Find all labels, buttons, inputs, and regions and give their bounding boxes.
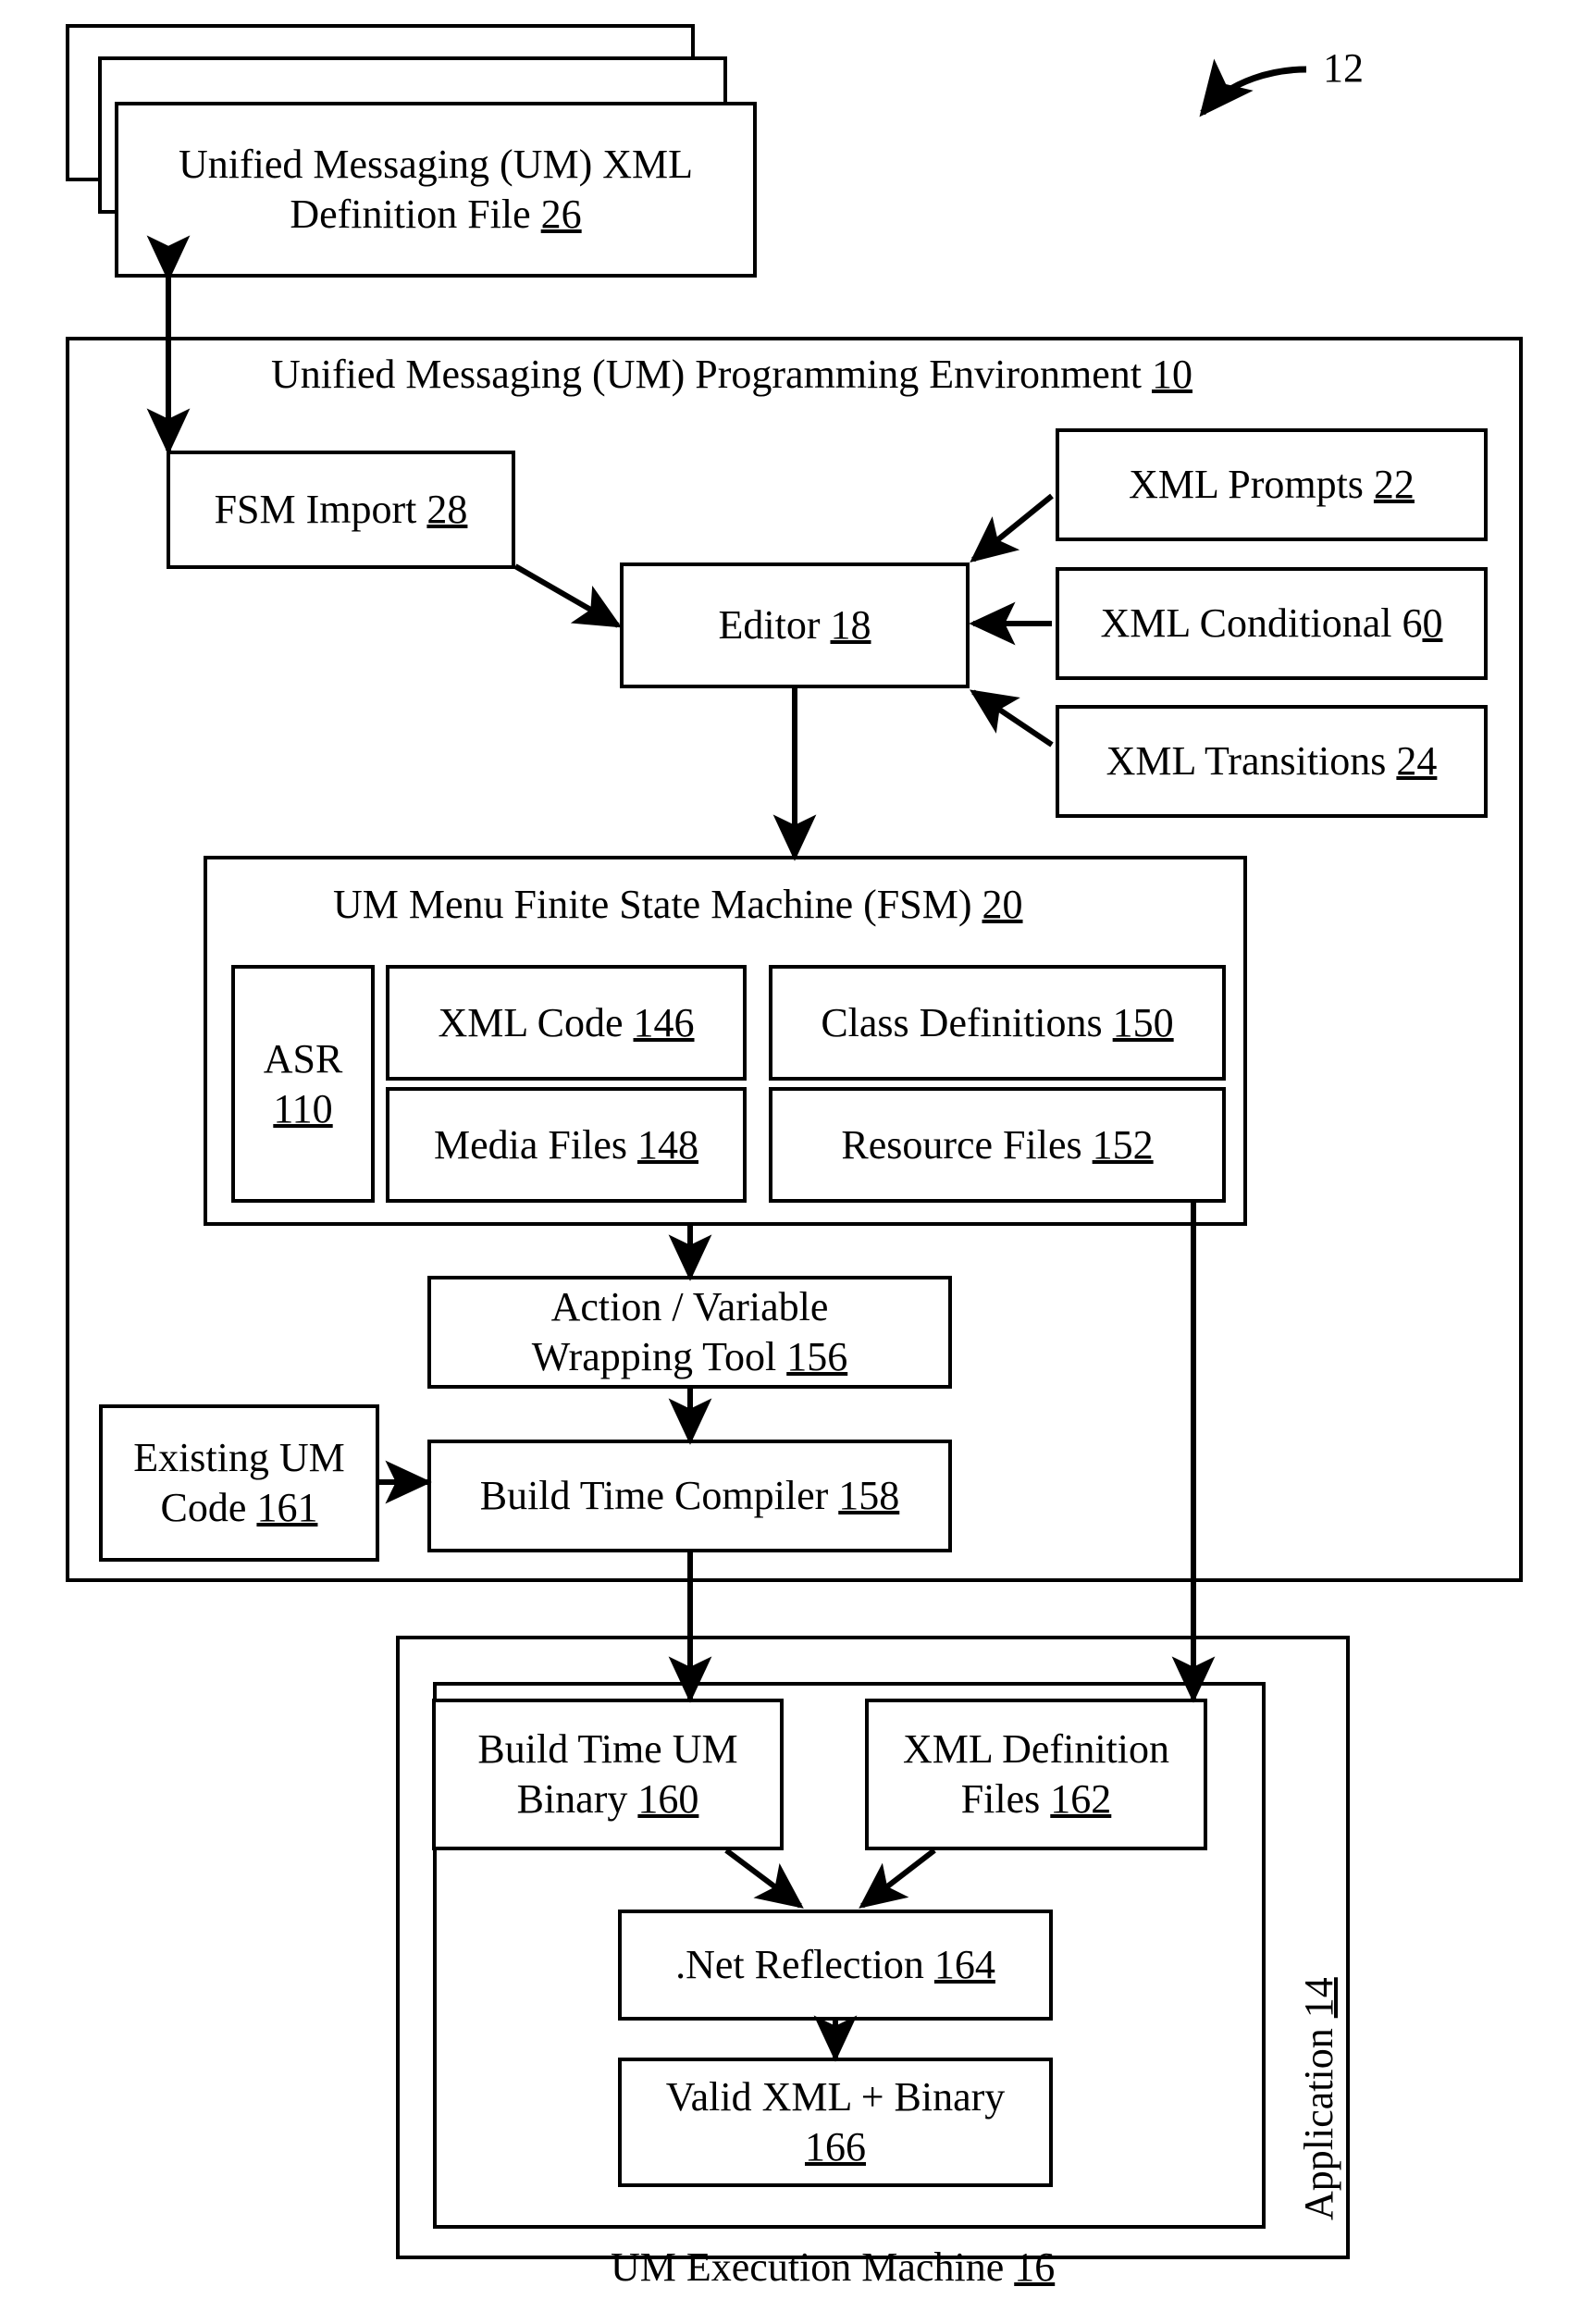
xml-definition-files-line2-text: Files	[960, 1776, 1051, 1822]
build-time-compiler-box[interactable]: Build Time Compiler 158	[427, 1440, 952, 1552]
wrapping-tool-line2-text: Wrapping Tool	[531, 1334, 787, 1379]
xml-conditional-label: XML Conditional 60	[1101, 599, 1443, 649]
resource-files-text: Resource Files	[841, 1121, 1093, 1168]
resource-files-label: Resource Files 152	[841, 1120, 1153, 1170]
um-menu-fsm-title-text: UM Menu Finite State Machine (FSM)	[333, 882, 982, 927]
xml-code-label: XML Code 146	[438, 998, 694, 1048]
um-menu-fsm-title-num: 20	[982, 882, 1023, 927]
media-files-num: 148	[636, 1121, 698, 1168]
um-menu-fsm-title: UM Menu Finite State Machine (FSM) 20	[333, 881, 1023, 928]
existing-um-code-line2-text: Code	[160, 1485, 257, 1530]
xml-definition-files-line1: XML Definition	[903, 1726, 1169, 1773]
xml-definition-file-box[interactable]: Unified Messaging (UM) XML Definition Fi…	[115, 102, 757, 278]
xml-prompts-num: 22	[1373, 462, 1415, 508]
xml-transitions-label: XML Transitions 24	[1106, 736, 1438, 786]
build-time-um-binary-box[interactable]: Build Time UM Binary 160	[432, 1699, 784, 1850]
xml-definition-file-line2-text: Definition File	[290, 192, 541, 237]
xml-code-box[interactable]: XML Code 146	[386, 965, 747, 1081]
media-files-text: Media Files	[434, 1121, 637, 1168]
existing-um-code-line2-num: 161	[256, 1485, 318, 1530]
action-variable-wrapping-tool-box[interactable]: Action / Variable Wrapping Tool 156	[427, 1276, 952, 1389]
xml-prompts-box[interactable]: XML Prompts 22	[1056, 428, 1488, 541]
fsm-import-num: 28	[426, 487, 468, 533]
application-side-label-text: Application	[1296, 2018, 1341, 2220]
net-reflection-num: 164	[933, 1942, 995, 1988]
editor-box[interactable]: Editor 18	[620, 562, 970, 688]
valid-xml-binary-num: 166	[805, 2124, 866, 2169]
xml-definition-files-box[interactable]: XML Definition Files 162	[865, 1699, 1207, 1850]
valid-xml-binary-box[interactable]: Valid XML + Binary 166	[618, 2058, 1053, 2187]
class-definitions-box[interactable]: Class Definitions 150	[769, 965, 1226, 1081]
um-execution-machine-title: UM Execution Machine 16	[611, 2244, 1055, 2291]
fsm-import-text: FSM Import	[214, 487, 427, 533]
resource-files-box[interactable]: Resource Files 152	[769, 1087, 1226, 1203]
xml-conditional-text: XML Conditional 6	[1100, 600, 1423, 647]
xml-conditional-num: 0	[1422, 600, 1443, 647]
xml-definition-file-line2-num: 26	[540, 192, 582, 237]
xml-code-num: 146	[633, 999, 695, 1045]
patent-figure: Unified Messaging (UM) XML Definition Fi…	[0, 0, 1594, 2324]
fsm-import-box[interactable]: FSM Import 28	[167, 451, 515, 569]
asr-line1: ASR	[263, 1035, 343, 1082]
application-side-label-num: 14	[1296, 1977, 1341, 2019]
xml-prompts-text: XML Prompts	[1129, 462, 1374, 508]
build-time-compiler-text: Build Time Compiler	[479, 1473, 839, 1519]
figure-reference-numeral: 12	[1323, 45, 1364, 91]
build-time-um-binary-line1: Build Time UM	[477, 1726, 738, 1773]
application-side-label: Application 14	[1295, 1977, 1342, 2220]
editor-num: 18	[830, 602, 871, 649]
asr-box[interactable]: ASR 110	[231, 965, 375, 1203]
build-time-compiler-num: 158	[838, 1473, 900, 1519]
xml-conditional-box[interactable]: XML Conditional 60	[1056, 567, 1488, 680]
build-time-compiler-label: Build Time Compiler 158	[480, 1471, 900, 1521]
um-programming-environment-title-text: Unified Messaging (UM) Programming Envir…	[271, 352, 1152, 397]
editor-text: Editor	[718, 602, 831, 649]
existing-um-code-line2: Code 161	[161, 1483, 318, 1533]
class-definitions-text: Class Definitions	[821, 999, 1113, 1045]
build-time-um-binary-line2-text: Binary	[516, 1776, 638, 1822]
xml-transitions-text: XML Transitions	[1106, 738, 1397, 785]
media-files-box[interactable]: Media Files 148	[386, 1087, 747, 1203]
xml-definition-files-line2: Files 162	[961, 1774, 1112, 1824]
net-reflection-text: .Net Reflection	[675, 1942, 934, 1988]
xml-code-text: XML Code	[438, 999, 634, 1045]
xml-definition-file-line1: Unified Messaging (UM) XML	[178, 142, 694, 188]
editor-label: Editor 18	[719, 600, 871, 650]
xml-definition-files-line2-num: 162	[1050, 1776, 1112, 1822]
xml-definition-file-line2: Definition File 26	[290, 190, 581, 240]
um-programming-environment-title-num: 10	[1151, 352, 1192, 397]
net-reflection-box[interactable]: .Net Reflection 164	[618, 1910, 1053, 2021]
resource-files-num: 152	[1092, 1121, 1154, 1168]
um-execution-machine-title-text: UM Execution Machine	[611, 2244, 1015, 2290]
wrapping-tool-line2-num: 156	[786, 1334, 848, 1379]
existing-um-code-line1: Existing UM	[133, 1435, 345, 1481]
existing-um-code-box[interactable]: Existing UM Code 161	[99, 1404, 379, 1562]
class-definitions-label: Class Definitions 150	[821, 998, 1173, 1048]
build-time-um-binary-line2-num: 160	[637, 1776, 699, 1822]
media-files-label: Media Files 148	[434, 1120, 698, 1170]
valid-xml-binary-line1: Valid XML + Binary	[665, 2074, 1006, 2120]
um-execution-machine-title-num: 16	[1014, 2244, 1056, 2290]
asr-num: 110	[273, 1085, 333, 1131]
net-reflection-label: .Net Reflection 164	[675, 1940, 995, 1990]
wrapping-tool-line2: Wrapping Tool 156	[532, 1332, 847, 1382]
fsm-import-label: FSM Import 28	[215, 485, 468, 535]
xml-prompts-label: XML Prompts 22	[1129, 460, 1415, 510]
build-time-um-binary-line2: Binary 160	[517, 1774, 699, 1824]
wrapping-tool-line1: Action / Variable	[550, 1284, 829, 1330]
xml-transitions-box[interactable]: XML Transitions 24	[1056, 705, 1488, 818]
figure-reference-leader-arrow	[1199, 58, 1307, 117]
xml-transitions-num: 24	[1396, 738, 1438, 785]
um-programming-environment-title: Unified Messaging (UM) Programming Envir…	[271, 351, 1192, 398]
class-definitions-num: 150	[1112, 999, 1174, 1045]
